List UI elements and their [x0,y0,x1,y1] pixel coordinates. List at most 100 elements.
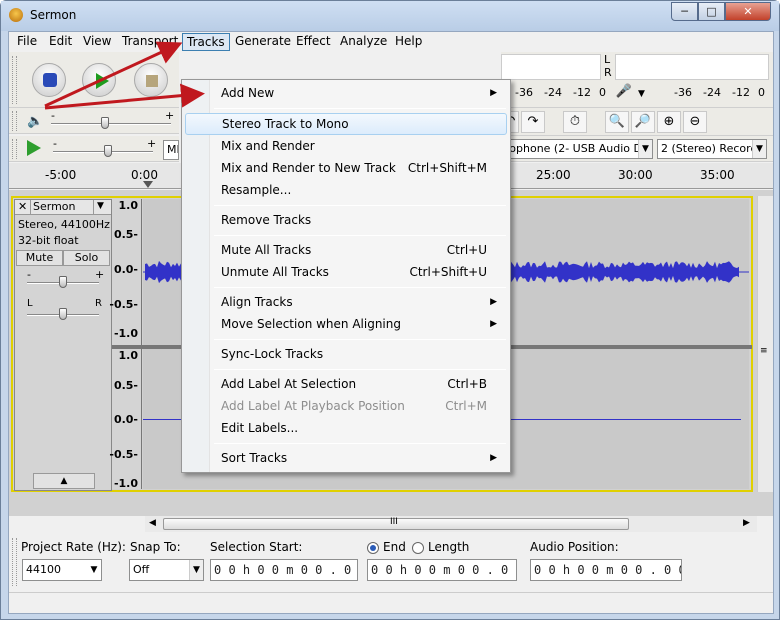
project-rate-label: Project Rate (Hz): [21,540,126,554]
menu-item-stereo-track-to-mono[interactable]: Stereo Track to Mono [185,113,507,135]
menu-item-move-selection-aligning[interactable]: Move Selection when Aligning ▶ [185,314,507,336]
meter-toolbar: L R -36 -24 -12 0 🎤 ▼ -36 -24 -12 0 [501,52,773,108]
play-scale-0: 0 [758,86,765,99]
menu-help[interactable]: Help [391,33,426,51]
gain-slider-thumb[interactable] [59,276,67,288]
chevron-down-icon: ▼ [752,140,766,158]
ruler-tick: -5:00 [45,168,77,182]
menu-file[interactable]: File [13,33,41,51]
audio-position-field[interactable]: 0 0 h 0 0 m 0 0 . 0 0 0 s [530,559,682,581]
play-scale-24: -24 [703,86,721,99]
record-meter[interactable] [501,54,601,80]
menu-item-sort-tracks[interactable]: Sort Tracks ▶ [185,448,507,470]
snap-to-combo[interactable]: Off ▼ [129,559,204,581]
selection-start-field[interactable]: 0 0 h 0 0 m 0 0 . 0 0 0 s [210,559,358,581]
snap-to-label: Snap To: [130,540,181,554]
volume-minus: - [51,109,55,122]
close-button[interactable]: ✕ [725,2,771,21]
play-at-speed-icon[interactable] [27,140,41,156]
menu-item-sync-lock-tracks[interactable]: Sync-Lock Tracks [185,344,507,366]
ruler-tick: 0:00 [131,168,158,182]
track-header: ✕ Sermon ▼ [15,200,111,215]
menu-item-shortcut: Ctrl+Shift+U [409,265,487,279]
menu-item-mix-and-render[interactable]: Mix and Render [185,136,507,158]
input-device-value: rophone (2- USB Audio Dev [505,142,653,155]
zoom-out-icon[interactable]: 🔎 [631,111,655,133]
scale-label: -0.5- [109,298,138,311]
toolbar-grip[interactable] [12,56,17,104]
menu-item-label: Sync-Lock Tracks [221,347,324,361]
menu-item-align-tracks[interactable]: Align Tracks ▶ [185,292,507,314]
menu-transport[interactable]: Transport [118,33,182,51]
input-slider-thumb[interactable] [104,145,112,157]
channels-combo[interactable]: 2 (Stereo) Record ▼ [657,139,767,159]
volume-slider-track[interactable] [51,123,171,125]
toolbar-grip[interactable] [12,139,17,159]
toolbar-grip[interactable] [12,111,17,131]
vertical-scrollbar[interactable]: ≡ [757,196,773,492]
fit-selection-icon[interactable]: ⊕ [657,111,681,133]
menu-view[interactable]: View [79,33,115,51]
scroll-left-icon[interactable]: ◀ [149,518,156,528]
pan-slider-thumb[interactable] [59,308,67,320]
menu-edit[interactable]: Edit [45,33,76,51]
minimize-button[interactable]: ─ [671,2,698,21]
menu-analyze[interactable]: Analyze [336,33,391,51]
zoom-in-icon[interactable]: 🔍 [605,111,629,133]
play-button[interactable] [82,63,116,97]
edit-toolbar: ↶ ↷ ⏱ 🔍 🔎 ⊕ ⊖ [501,108,773,136]
channel-scale-bottom: 1.0 0.5- 0.0- -0.5- -1.0 [109,349,142,490]
menu-tracks[interactable]: Tracks [182,33,230,51]
menu-item-unmute-all[interactable]: Unmute All Tracks Ctrl+Shift+U [185,262,507,284]
scroll-thumb[interactable]: III [163,517,629,530]
selection-end-field[interactable]: 0 0 h 0 0 m 0 0 . 0 0 0 s [367,559,517,581]
title-bar[interactable]: Sermon ─ □ ✕ [1,1,779,31]
sync-lock-icon[interactable]: ⏱ [563,111,587,133]
microphone-icon[interactable]: 🎤 [612,82,636,104]
menu-item-resample[interactable]: Resample... [185,180,507,202]
mute-button[interactable]: Mute [16,250,63,266]
fit-project-icon[interactable]: ⊖ [683,111,707,133]
play-head-marker [143,181,153,188]
gain-minus: - [27,268,31,281]
menu-item-add-new[interactable]: Add New ▶ [185,83,507,105]
selection-end-value: 0 0 h 0 0 m 0 0 . 0 0 0 s [371,563,516,577]
volume-slider-thumb[interactable] [101,117,109,129]
length-radio[interactable] [412,542,424,554]
menu-item-remove-tracks[interactable]: Remove Tracks [185,210,507,232]
menu-item-edit-labels[interactable]: Edit Labels... [185,418,507,440]
menu-item-label: Edit Labels... [221,421,299,435]
audacity-app-icon [9,8,23,22]
menu-separator [214,205,506,206]
menu-item-mix-render-new-track[interactable]: Mix and Render to New Track Ctrl+Shift+M [185,158,507,180]
submenu-arrow-icon: ▶ [490,297,497,307]
pause-button[interactable] [32,63,66,97]
play-at-speed-toolbar: - + MM [9,136,179,162]
redo-icon[interactable]: ↷ [521,111,545,133]
input-device-combo[interactable]: rophone (2- USB Audio Dev ▼ [501,139,653,159]
track-close-icon[interactable]: ✕ [18,200,27,213]
end-radio[interactable] [367,542,379,554]
input-minus: - [53,137,57,150]
submenu-arrow-icon: ▶ [490,88,497,98]
solo-button[interactable]: Solo [63,250,110,266]
stop-button[interactable] [134,63,168,97]
scroll-right-icon[interactable]: ▶ [743,518,750,528]
project-rate-combo[interactable]: 44100 ▼ [22,559,102,581]
collapse-track-button[interactable]: ▲ [33,473,95,489]
track-menu-icon[interactable]: ▼ [97,201,104,211]
track-name[interactable]: Sermon [30,200,94,215]
horizontal-scrollbar[interactable]: ◀ III ▶ [145,516,757,532]
mic-menu-arrow[interactable]: ▼ [638,89,645,99]
menu-effect[interactable]: Effect [292,33,335,51]
playback-meter[interactable] [615,54,769,80]
host-combo[interactable]: MM [163,140,179,160]
menu-generate[interactable]: Generate [231,33,295,51]
menu-item-add-label-selection[interactable]: Add Label At Selection Ctrl+B [185,374,507,396]
maximize-button[interactable]: □ [698,2,725,21]
input-slider-track[interactable] [53,151,153,153]
device-toolbar: rophone (2- USB Audio Dev ▼ 2 (Stereo) Re… [501,136,773,162]
record-scale-36: -36 [515,86,533,99]
toolbar-grip[interactable] [12,538,17,586]
menu-item-mute-all[interactable]: Mute All Tracks Ctrl+U [185,240,507,262]
